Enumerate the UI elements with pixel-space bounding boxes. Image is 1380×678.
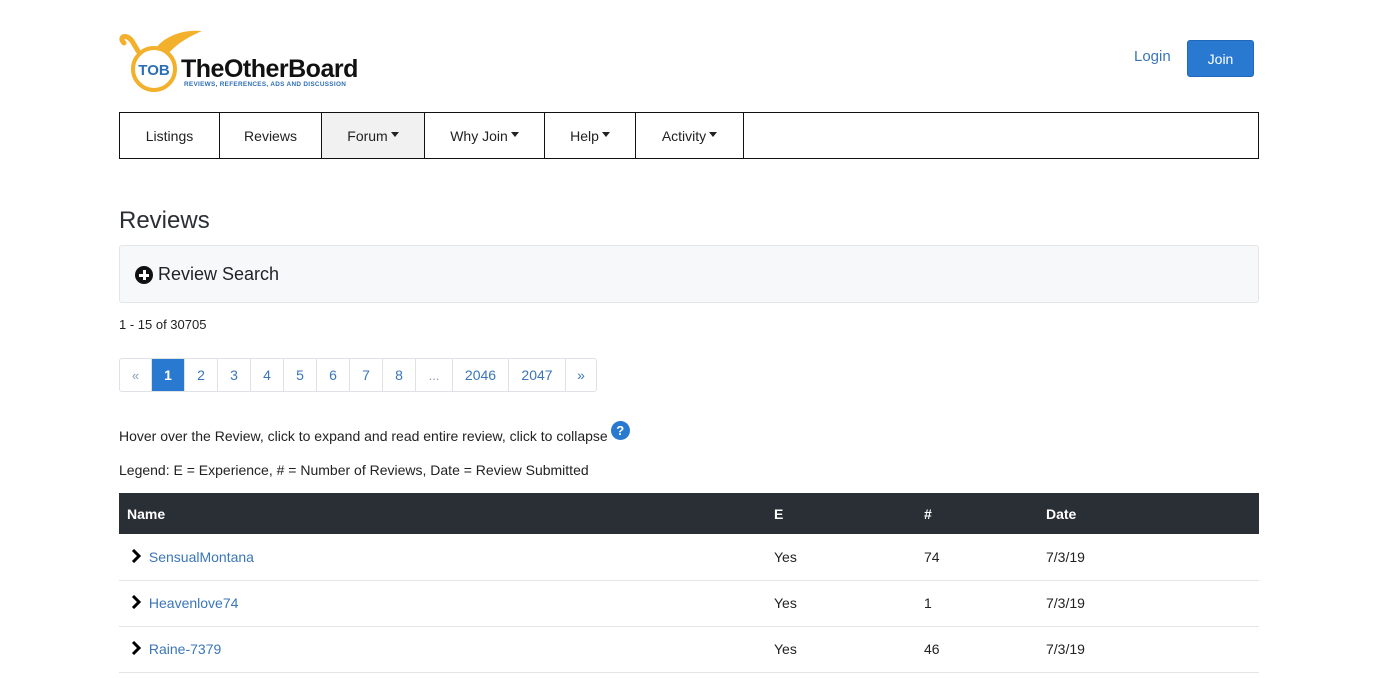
nav-label: Reviews xyxy=(244,127,297,144)
column-header-name[interactable]: Name xyxy=(119,493,764,534)
caret-down-icon xyxy=(390,132,399,137)
plus-circle-icon xyxy=(135,266,153,284)
table-row[interactable]: SensualMontana Yes 74 7/3/19 xyxy=(119,534,1259,581)
column-header-count[interactable]: # xyxy=(914,493,1038,534)
table-row[interactable]: Heavenlove74 Yes 1 7/3/19 xyxy=(119,580,1259,627)
date-cell: 7/3/19 xyxy=(1038,580,1259,627)
chevron-right-icon[interactable] xyxy=(131,595,141,610)
hint-text-row: Hover over the Review, click to expand a… xyxy=(119,421,630,445)
review-count-cell: 74 xyxy=(914,534,1038,581)
nav-label: Forum xyxy=(347,127,388,144)
nav-item-listings[interactable]: Listings xyxy=(120,113,220,158)
page-2046[interactable]: 2046 xyxy=(453,359,509,391)
page-next[interactable]: » xyxy=(566,359,596,391)
caret-down-icon xyxy=(709,132,718,137)
reviewer-name-link[interactable]: Heavenlove74 xyxy=(149,595,239,611)
reviewer-name-link[interactable]: SensualMontana xyxy=(149,549,254,565)
nav-label: Help xyxy=(570,127,599,144)
logo-tagline: REVIEWS, REFERENCES, ADS AND DISCUSSION xyxy=(184,81,346,88)
page-2[interactable]: 2 xyxy=(185,359,218,391)
nav-label: Activity xyxy=(661,127,707,144)
table-row[interactable]: Raine-7379 Yes 46 7/3/19 xyxy=(119,626,1259,673)
nav-label: Listings xyxy=(145,127,194,144)
review-search-label: Review Search xyxy=(158,263,280,284)
experience-cell: Yes xyxy=(764,534,914,581)
main-nav: Listings Reviews Forum Why Join Help Act… xyxy=(119,112,1259,159)
site-logo[interactable]: TOB TheOtherBoard REVIEWS, REFERENCES, A… xyxy=(118,29,374,95)
result-count: 1 - 15 of 30705 xyxy=(119,317,207,332)
help-question-icon[interactable]: ? xyxy=(610,421,630,440)
caret-down-icon xyxy=(510,132,519,137)
page-2047[interactable]: 2047 xyxy=(509,359,566,391)
chevron-right-icon[interactable] xyxy=(131,641,141,656)
name-cell: Heavenlove74 xyxy=(119,580,764,627)
name-cell: Raine-7379 xyxy=(119,626,764,673)
date-cell: 7/3/19 xyxy=(1038,626,1259,673)
nav-item-why-join[interactable]: Why Join xyxy=(425,113,545,158)
nav-item-help[interactable]: Help xyxy=(545,113,636,158)
review-count-cell: 46 xyxy=(914,626,1038,673)
column-header-date[interactable]: Date xyxy=(1038,493,1259,534)
page-8[interactable]: 8 xyxy=(383,359,416,391)
logo-badge: TOB xyxy=(138,62,170,79)
reviews-table: Name E # Date SensualMontana Yes 74 7/3/… xyxy=(119,493,1259,673)
review-search-toggle[interactable]: Review Search xyxy=(119,245,1259,303)
review-count-cell: 1 xyxy=(914,580,1038,627)
nav-item-activity[interactable]: Activity xyxy=(636,113,744,158)
page-5[interactable]: 5 xyxy=(284,359,317,391)
name-cell: SensualMontana xyxy=(119,534,764,581)
hint-text: Hover over the Review, click to expand a… xyxy=(119,427,608,444)
date-cell: 7/3/19 xyxy=(1038,534,1259,581)
page-ellipsis: ... xyxy=(416,359,453,391)
reviewer-name-link[interactable]: Raine-7379 xyxy=(149,641,221,657)
experience-cell: Yes xyxy=(764,580,914,627)
nav-item-forum[interactable]: Forum xyxy=(322,113,425,158)
page-1[interactable]: 1 xyxy=(152,359,185,391)
page-prev[interactable]: « xyxy=(120,359,152,391)
join-button[interactable]: Join xyxy=(1187,40,1254,77)
nav-label: Why Join xyxy=(450,127,508,144)
logo-name: TheOtherBoard xyxy=(181,55,358,83)
chevron-right-icon[interactable] xyxy=(131,548,141,563)
page-3[interactable]: 3 xyxy=(218,359,251,391)
column-header-experience[interactable]: E xyxy=(764,493,914,534)
page-6[interactable]: 6 xyxy=(317,359,350,391)
page-title: Reviews xyxy=(119,207,210,234)
experience-cell: Yes xyxy=(764,626,914,673)
login-link[interactable]: Login xyxy=(1134,48,1171,65)
page-7[interactable]: 7 xyxy=(350,359,383,391)
table-header-row: Name E # Date xyxy=(119,493,1259,534)
caret-down-icon xyxy=(601,132,610,137)
pagination: « 1 2 3 4 5 6 7 8 ... 2046 2047 » xyxy=(119,358,597,392)
page-4[interactable]: 4 xyxy=(251,359,284,391)
nav-item-reviews[interactable]: Reviews xyxy=(220,113,322,158)
legend-text: Legend: E = Experience, # = Number of Re… xyxy=(119,462,589,478)
